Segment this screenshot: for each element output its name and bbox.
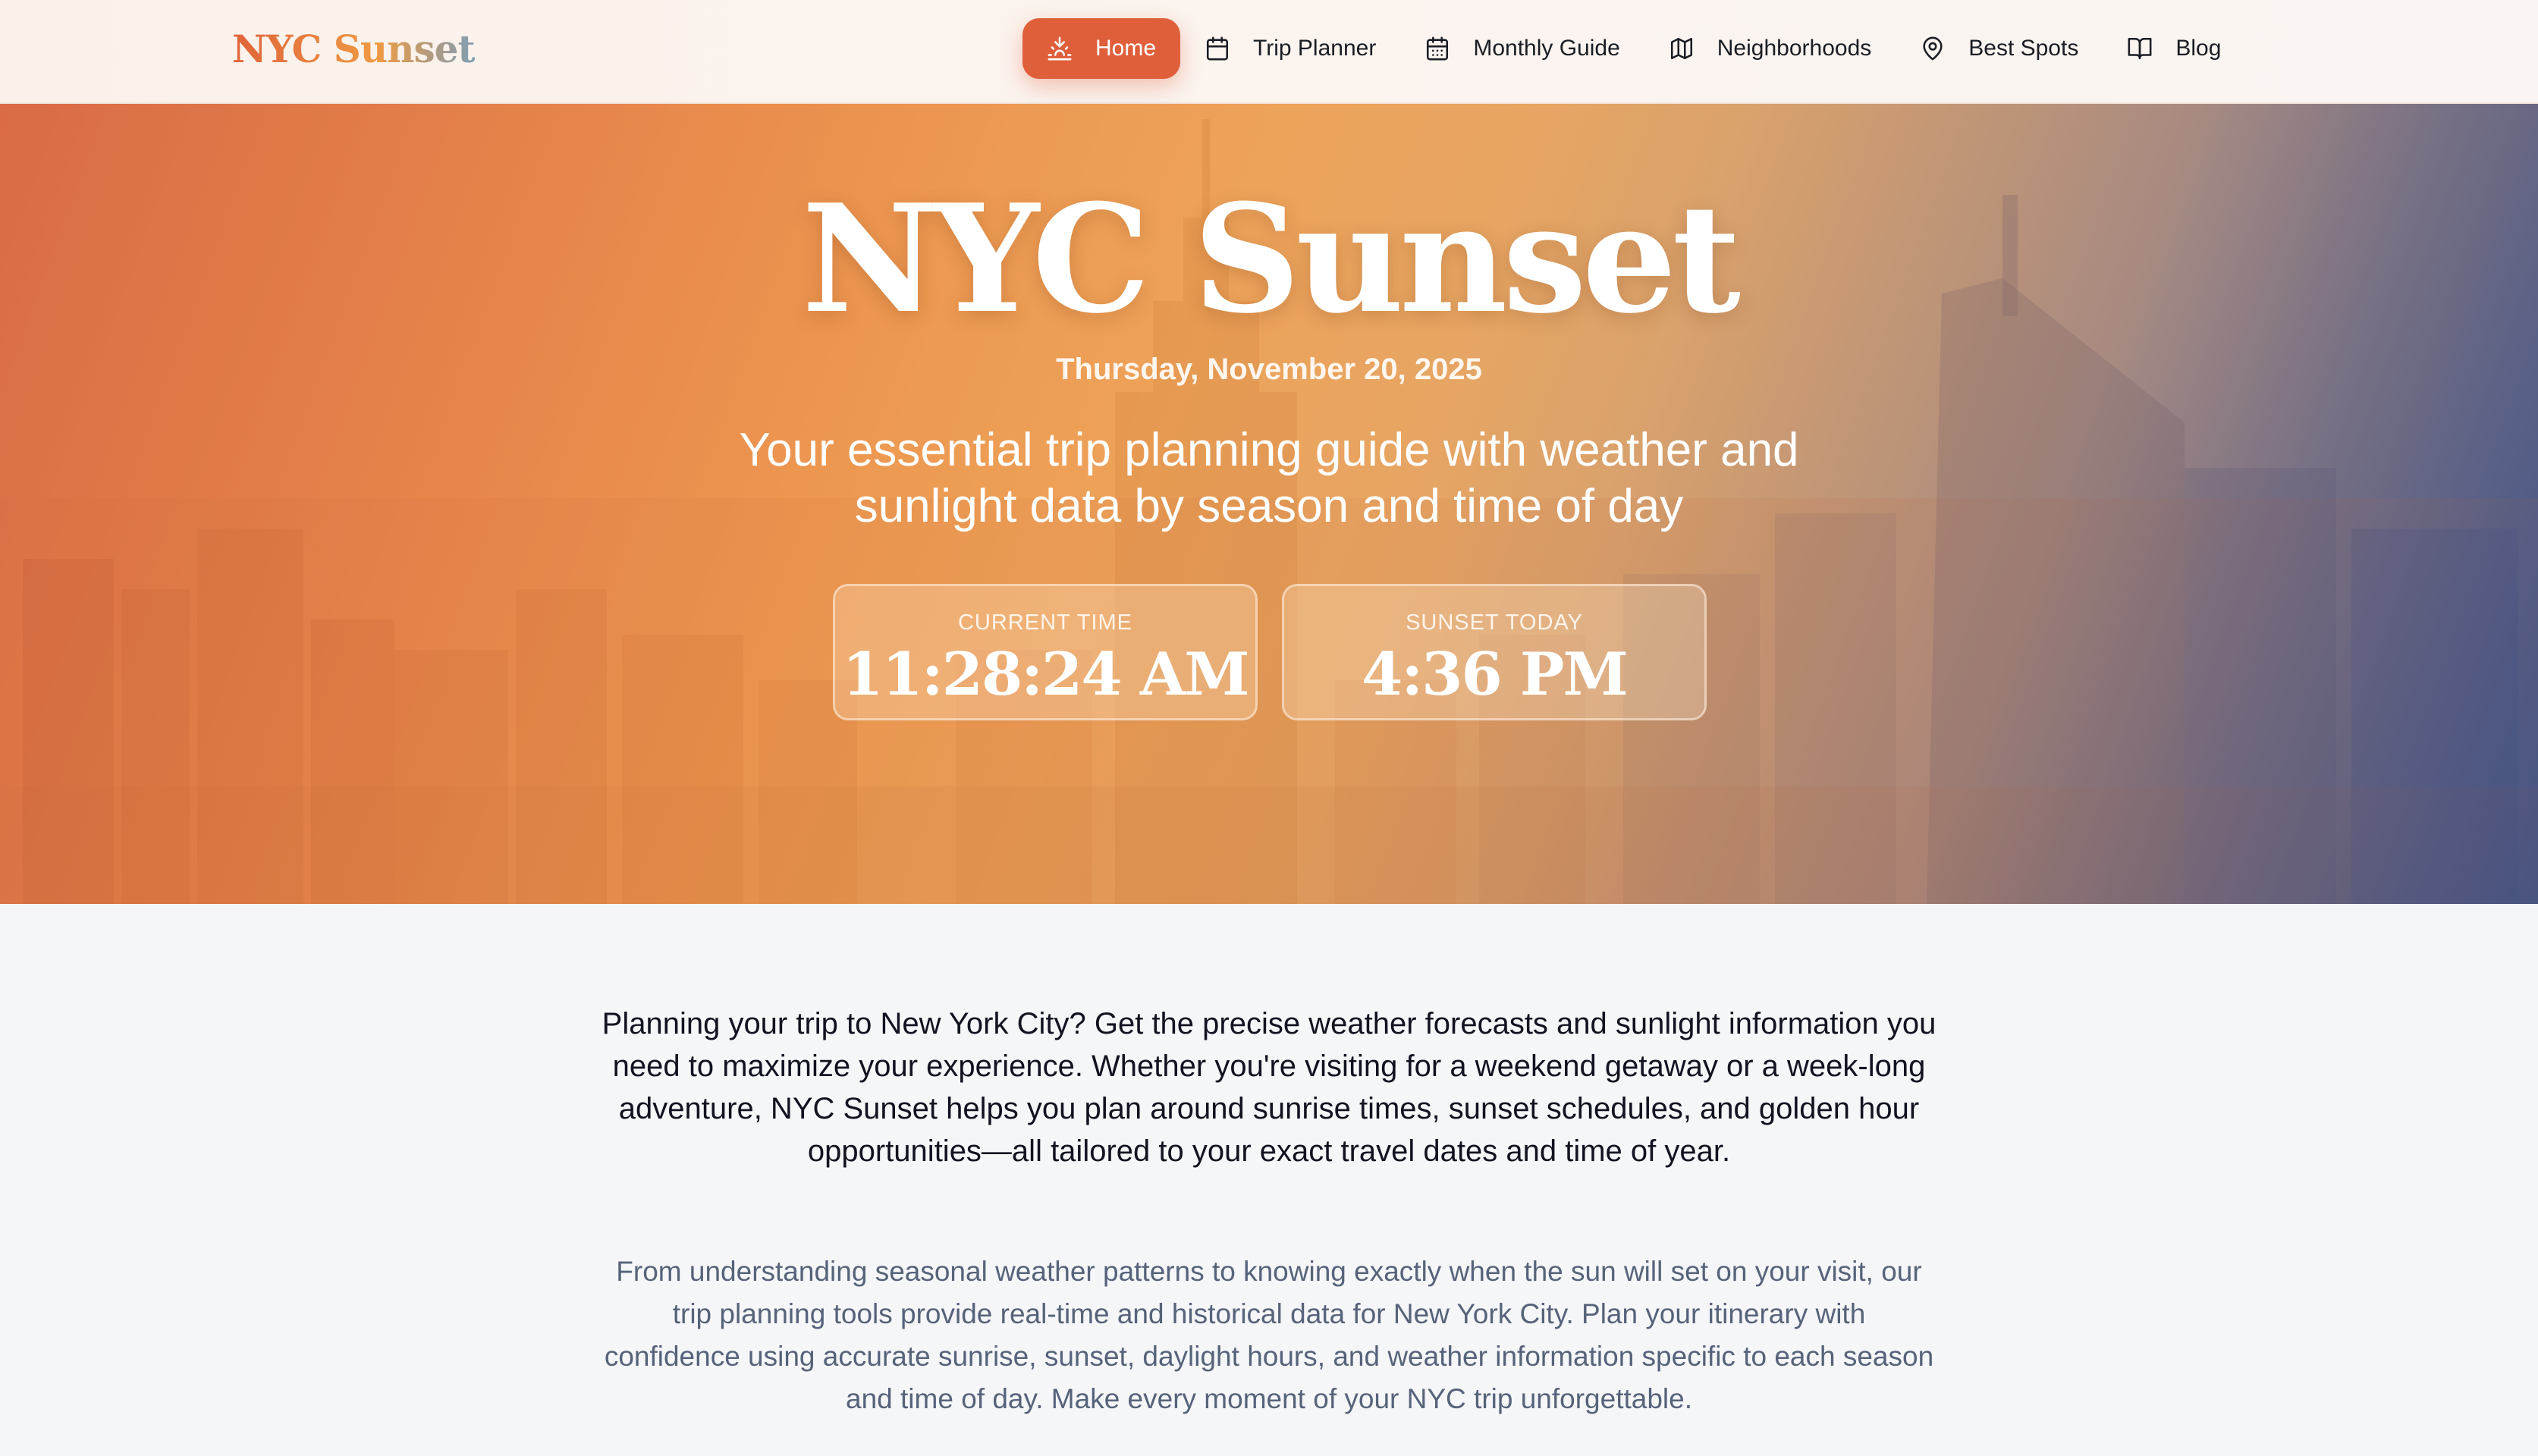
book-open-icon: [2127, 36, 2153, 61]
main-nav: Home Trip Planner Monthly Guide Neighbor…: [1022, 18, 2245, 79]
nav-item-label: Home: [1095, 36, 1157, 61]
current-time-value: 11:28:24 AM: [842, 640, 1249, 709]
map-pin-icon: [1920, 36, 1946, 61]
nav-item-label: Monthly Guide: [1473, 36, 1620, 61]
intro-secondary-paragraph: From understanding seasonal weather patt…: [604, 1256, 1934, 1414]
current-time-card: CURRENT TIME 11:28:24 AM: [833, 584, 1258, 720]
calendar-icon: [1205, 36, 1230, 61]
hero-section: NYC Sunset Thursday, November 20, 2025 Y…: [0, 104, 2538, 904]
hero-subtitle: Your essential trip planning guide with …: [739, 424, 1799, 532]
nav-item-neighborhoods[interactable]: Neighborhoods: [1644, 18, 1896, 79]
calendar-grid-icon: [1424, 36, 1450, 61]
hero-date: Thursday, November 20, 2025: [1056, 353, 1482, 386]
map-icon: [1669, 36, 1695, 61]
nav-item-best-spots[interactable]: Best Spots: [1896, 18, 2103, 79]
nav-item-home[interactable]: Home: [1022, 18, 1181, 79]
nav-item-blog[interactable]: Blog: [2103, 18, 2245, 79]
nav-item-monthly-guide[interactable]: Monthly Guide: [1400, 18, 1644, 79]
sunset-icon: [1047, 36, 1073, 61]
intro-section: Planning your trip to New York City? Get…: [0, 904, 2538, 1456]
current-time-label: CURRENT TIME: [957, 610, 1133, 635]
sunset-today-label: SUNSET TODAY: [1406, 610, 1583, 635]
nav-item-label: Trip Planner: [1253, 36, 1377, 61]
nav-item-label: Neighborhoods: [1717, 36, 1872, 61]
sunset-today-value: 4:36 PM: [1362, 640, 1629, 709]
top-navbar: NYC Sunset Home Trip Planner Monthly Gui…: [0, 0, 2538, 104]
nav-item-trip-planner[interactable]: Trip Planner: [1180, 18, 1400, 79]
sunset-today-card: SUNSET TODAY 4:36 PM: [1282, 584, 1707, 720]
nav-item-label: Best Spots: [1968, 36, 2079, 61]
nav-item-label: Blog: [2175, 36, 2222, 61]
brand-logo[interactable]: NYC Sunset: [232, 23, 476, 76]
hero-title: NYC Sunset: [802, 172, 1741, 347]
intro-lead-paragraph: Planning your trip to New York City? Get…: [602, 1007, 1936, 1168]
